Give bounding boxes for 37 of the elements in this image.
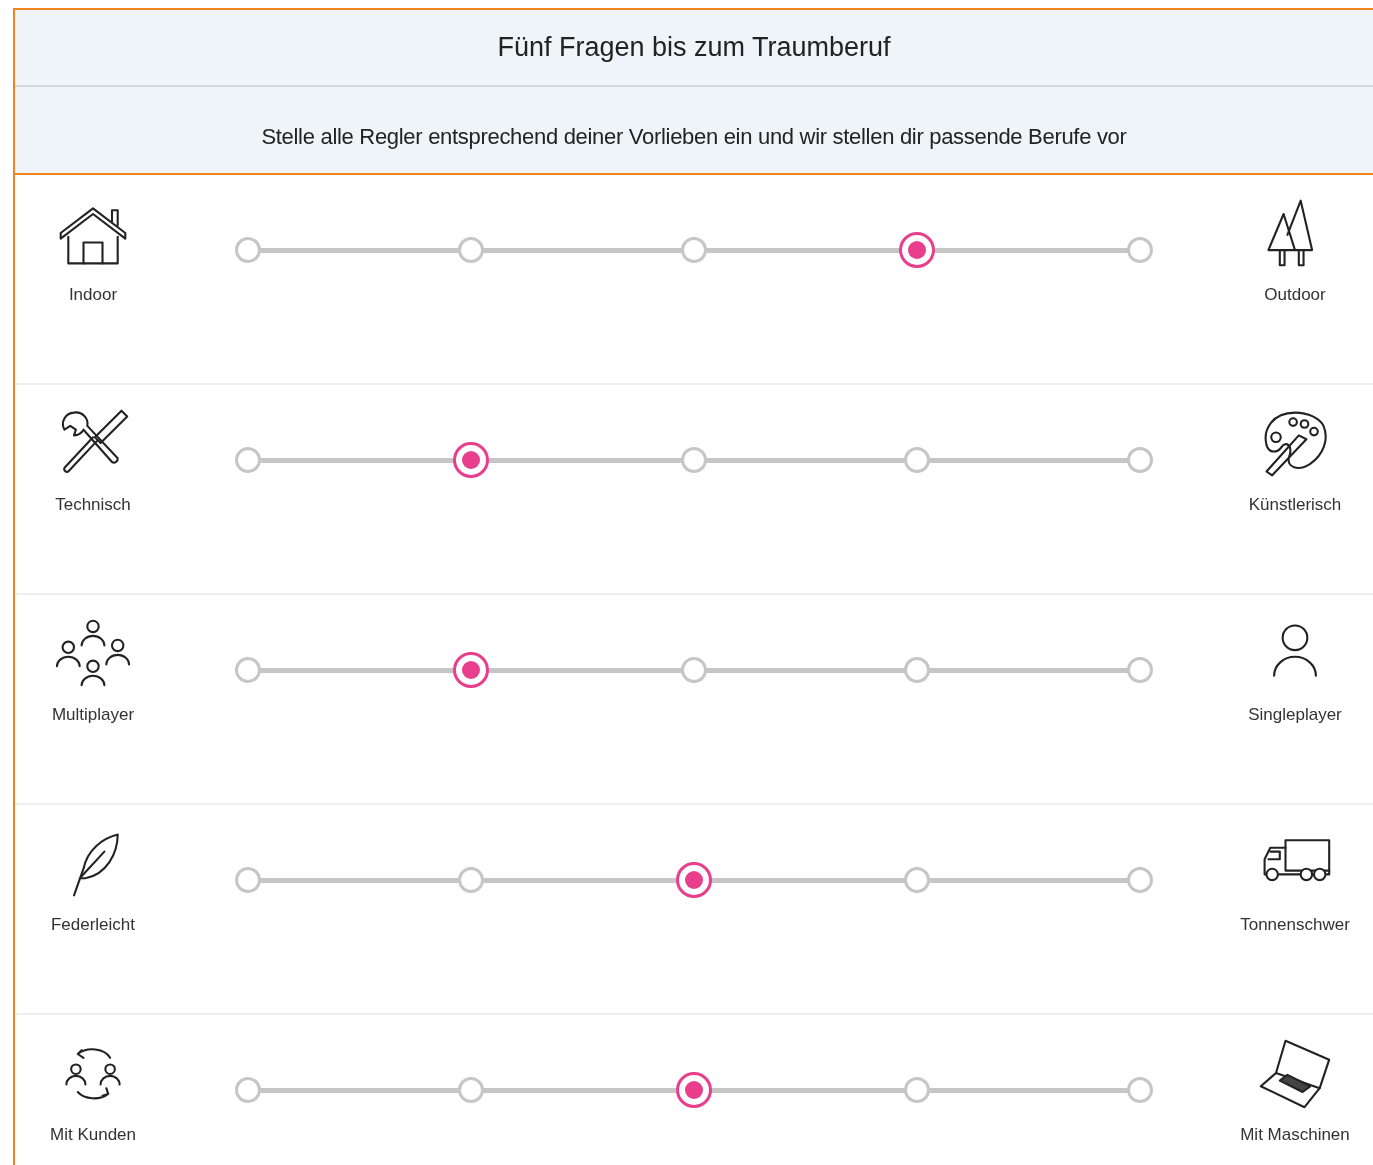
slider-stop[interactable]: [681, 657, 707, 683]
slider-stop[interactable]: [235, 1077, 261, 1103]
slider-thumb[interactable]: [453, 442, 489, 478]
slider-stop[interactable]: [681, 447, 707, 473]
slider-stop[interactable]: [904, 657, 930, 683]
panel-title: Fünf Fragen bis zum Traumberuf: [15, 10, 1373, 87]
option-label: Künstlerisch: [1248, 495, 1342, 515]
slider-stop[interactable]: [1127, 237, 1153, 263]
slider-stop[interactable]: [235, 447, 261, 473]
slider-stop[interactable]: [458, 1077, 484, 1103]
slider-stop[interactable]: [904, 447, 930, 473]
slider-stop[interactable]: [904, 867, 930, 893]
option-label: Mit Kunden: [50, 1125, 136, 1145]
slider-stop[interactable]: [235, 867, 261, 893]
option-label: Indoor: [68, 285, 118, 305]
slider-stop[interactable]: [1127, 657, 1153, 683]
slider-thumb[interactable]: [676, 1072, 712, 1108]
slider-stop[interactable]: [1127, 867, 1153, 893]
option-label: Federleicht: [50, 915, 136, 935]
option-label: Singleplayer: [1248, 705, 1342, 725]
panel-subtitle: Stelle alle Regler entsprechend deiner Vorlieben ein und wir stellen dir passende Berufe vor: [260, 123, 1128, 151]
option-label: Mit Maschinen: [1240, 1125, 1350, 1145]
slider-stop[interactable]: [458, 867, 484, 893]
option-label: Tonnenschwer: [1240, 915, 1350, 935]
option-label: Technisch: [55, 495, 131, 515]
slider-stop[interactable]: [904, 1077, 930, 1103]
slider-stop[interactable]: [235, 237, 261, 263]
slider-thumb[interactable]: [453, 652, 489, 688]
slider-stop[interactable]: [1127, 447, 1153, 473]
slider-stop[interactable]: [1127, 1077, 1153, 1103]
slider-stop[interactable]: [235, 657, 261, 683]
slider-thumb[interactable]: [676, 862, 712, 898]
slider-stop[interactable]: [458, 237, 484, 263]
slider-thumb[interactable]: [899, 232, 935, 268]
option-label: Outdoor: [1264, 285, 1326, 305]
option-label: Multiplayer: [51, 705, 135, 725]
slider-stop[interactable]: [681, 237, 707, 263]
